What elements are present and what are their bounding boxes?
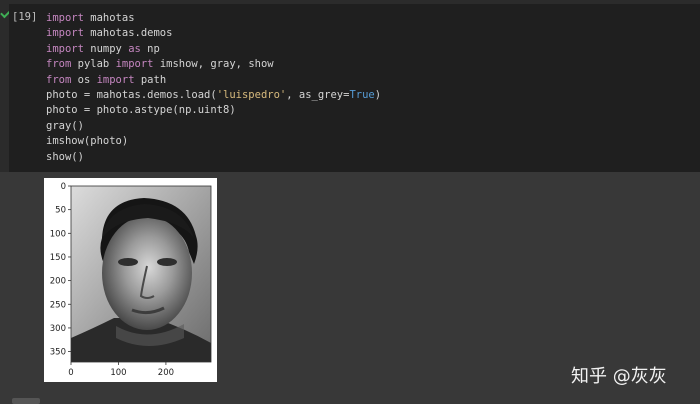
code-token: photo = mahotas.demos.load( bbox=[46, 89, 217, 102]
code-token: imshow(photo) bbox=[46, 135, 129, 148]
code-line: from os import path bbox=[46, 74, 166, 86]
code-token: from bbox=[46, 73, 72, 86]
code-token: from bbox=[46, 58, 72, 71]
code-token: import bbox=[96, 73, 135, 86]
x-tick-label: 200 bbox=[158, 368, 174, 378]
x-tick-label: 0 bbox=[68, 368, 73, 378]
code-token: show() bbox=[46, 150, 84, 163]
code-line: import mahotas bbox=[46, 12, 135, 24]
code-token: pylab bbox=[71, 58, 116, 71]
code-line: show() bbox=[46, 151, 84, 163]
execution-count: [19] bbox=[12, 11, 38, 23]
code-token: import bbox=[115, 58, 154, 71]
code-content[interactable]: import mahotas import mahotas.demos impo… bbox=[46, 11, 381, 165]
y-tick-label: 50 bbox=[55, 206, 66, 216]
code-token: imshow, gray, show bbox=[153, 58, 274, 71]
y-tick-label: 200 bbox=[50, 277, 66, 287]
code-token: mahotas bbox=[83, 12, 135, 24]
y-tick-label: 100 bbox=[50, 229, 66, 239]
code-token: import bbox=[46, 42, 84, 55]
code-line: import numpy as np bbox=[46, 43, 160, 55]
code-token: photo = photo.astype(np.uint8) bbox=[46, 104, 236, 117]
watermark-text: 知乎 @灰灰 bbox=[571, 366, 667, 387]
code-token: 'luispedro' bbox=[216, 89, 287, 102]
y-tick-label: 300 bbox=[50, 324, 66, 334]
code-line: photo = mahotas.demos.load('luispedro', … bbox=[46, 89, 381, 101]
code-token: import bbox=[46, 12, 84, 24]
scrollbar-handle[interactable] bbox=[12, 398, 40, 404]
x-tick-label: 100 bbox=[110, 368, 126, 378]
code-line: photo = photo.astype(np.uint8) bbox=[46, 104, 236, 116]
code-token: mahotas.demos bbox=[83, 27, 173, 40]
x-axis: 0 100 200 bbox=[68, 362, 174, 378]
code-line: from pylab import imshow, gray, show bbox=[46, 58, 274, 70]
code-token: numpy bbox=[83, 42, 129, 55]
notebook-cell[interactable]: [19] import mahotas import mahotas.demos… bbox=[0, 0, 700, 172]
code-token: os bbox=[71, 73, 97, 86]
y-axis: 0 50 100 150 200 250 300 350 bbox=[50, 182, 71, 358]
code-token: True bbox=[349, 89, 375, 102]
code-token: gray() bbox=[46, 119, 84, 132]
code-line: import mahotas.demos bbox=[46, 27, 172, 39]
code-token: , as_grey= bbox=[286, 89, 350, 102]
output-figure: 0 50 100 150 200 250 300 350 0 100 200 bbox=[44, 178, 217, 382]
code-token: path bbox=[134, 73, 167, 86]
imshow-plot: 0 50 100 150 200 250 300 350 0 100 200 bbox=[50, 182, 212, 378]
y-tick-label: 350 bbox=[50, 348, 66, 358]
code-token: ) bbox=[374, 89, 382, 102]
portrait-image bbox=[71, 186, 211, 362]
y-tick-label: 150 bbox=[50, 253, 66, 263]
code-line: gray() bbox=[46, 120, 84, 132]
code-token: np bbox=[140, 42, 160, 55]
code-token: as bbox=[128, 42, 141, 55]
y-tick-label: 0 bbox=[61, 182, 66, 192]
y-tick-label: 250 bbox=[50, 300, 66, 310]
code-token: import bbox=[46, 27, 84, 40]
code-line: imshow(photo) bbox=[46, 135, 128, 147]
